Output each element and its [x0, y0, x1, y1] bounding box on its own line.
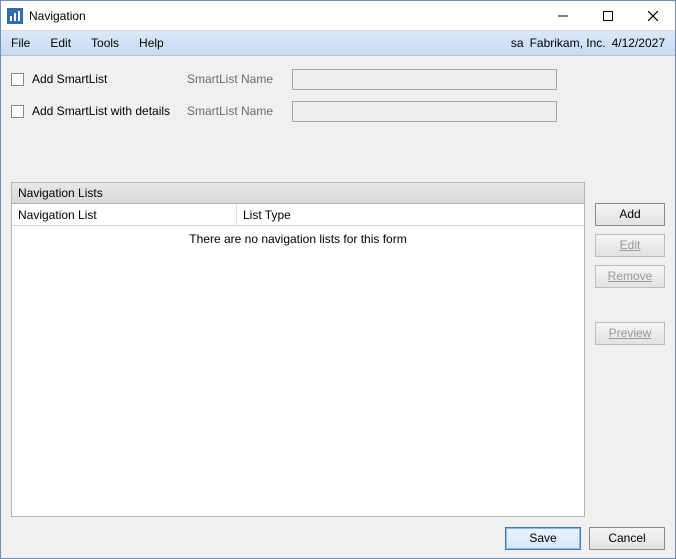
status-date: 4/12/2027 [612, 36, 665, 50]
minimize-button[interactable] [540, 1, 585, 30]
status-user: sa [511, 36, 524, 50]
maximize-button[interactable] [585, 1, 630, 30]
menu-file[interactable]: File [1, 31, 40, 55]
add-button[interactable]: Add [595, 203, 665, 226]
close-button[interactable] [630, 1, 675, 30]
navigation-lists-grid[interactable]: Navigation List List Type There are no n… [11, 203, 585, 517]
remove-button: Remove [595, 265, 665, 288]
window-title: Navigation [29, 9, 86, 23]
grid-empty-message: There are no navigation lists for this f… [12, 226, 584, 246]
cancel-button[interactable]: Cancel [589, 527, 665, 550]
save-button[interactable]: Save [505, 527, 581, 550]
menu-edit[interactable]: Edit [40, 31, 81, 55]
label-smartlist-name-1: SmartList Name [187, 72, 292, 86]
column-navigation-list[interactable]: Navigation List [12, 204, 237, 225]
input-smartlist-name-2[interactable] [292, 101, 557, 122]
preview-button: Preview [595, 322, 665, 345]
checkbox-add-smartlist[interactable] [11, 73, 24, 86]
column-list-type[interactable]: List Type [237, 204, 584, 225]
status-company: Fabrikam, Inc. [530, 36, 606, 50]
menubar: File Edit Tools Help sa Fabrikam, Inc. 4… [1, 31, 675, 56]
dialog-body: Add SmartList SmartList Name Add SmartLi… [1, 56, 675, 558]
navigation-lists-panel: Navigation Lists Navigation List List Ty… [11, 182, 665, 517]
label-add-smartlist-details[interactable]: Add SmartList with details [32, 104, 187, 118]
checkbox-add-smartlist-details[interactable] [11, 105, 24, 118]
label-smartlist-name-2: SmartList Name [187, 104, 292, 118]
menu-tools[interactable]: Tools [81, 31, 129, 55]
menubar-status: sa Fabrikam, Inc. 4/12/2027 [511, 31, 675, 55]
grid-side-buttons: Add Edit Remove Preview [595, 182, 665, 517]
menu-help[interactable]: Help [129, 31, 174, 55]
row-add-smartlist: Add SmartList SmartList Name [11, 66, 665, 92]
row-add-smartlist-details: Add SmartList with details SmartList Nam… [11, 98, 665, 124]
grid-title: Navigation Lists [11, 182, 585, 203]
edit-button: Edit [595, 234, 665, 257]
app-icon [7, 8, 23, 24]
grid-header: Navigation List List Type [12, 204, 584, 226]
dialog-footer: Save Cancel [11, 517, 665, 550]
input-smartlist-name-1[interactable] [292, 69, 557, 90]
navigation-window: Navigation File Edit Tools Help sa Fabri… [0, 0, 676, 559]
label-add-smartlist[interactable]: Add SmartList [32, 72, 187, 86]
titlebar: Navigation [1, 1, 675, 31]
